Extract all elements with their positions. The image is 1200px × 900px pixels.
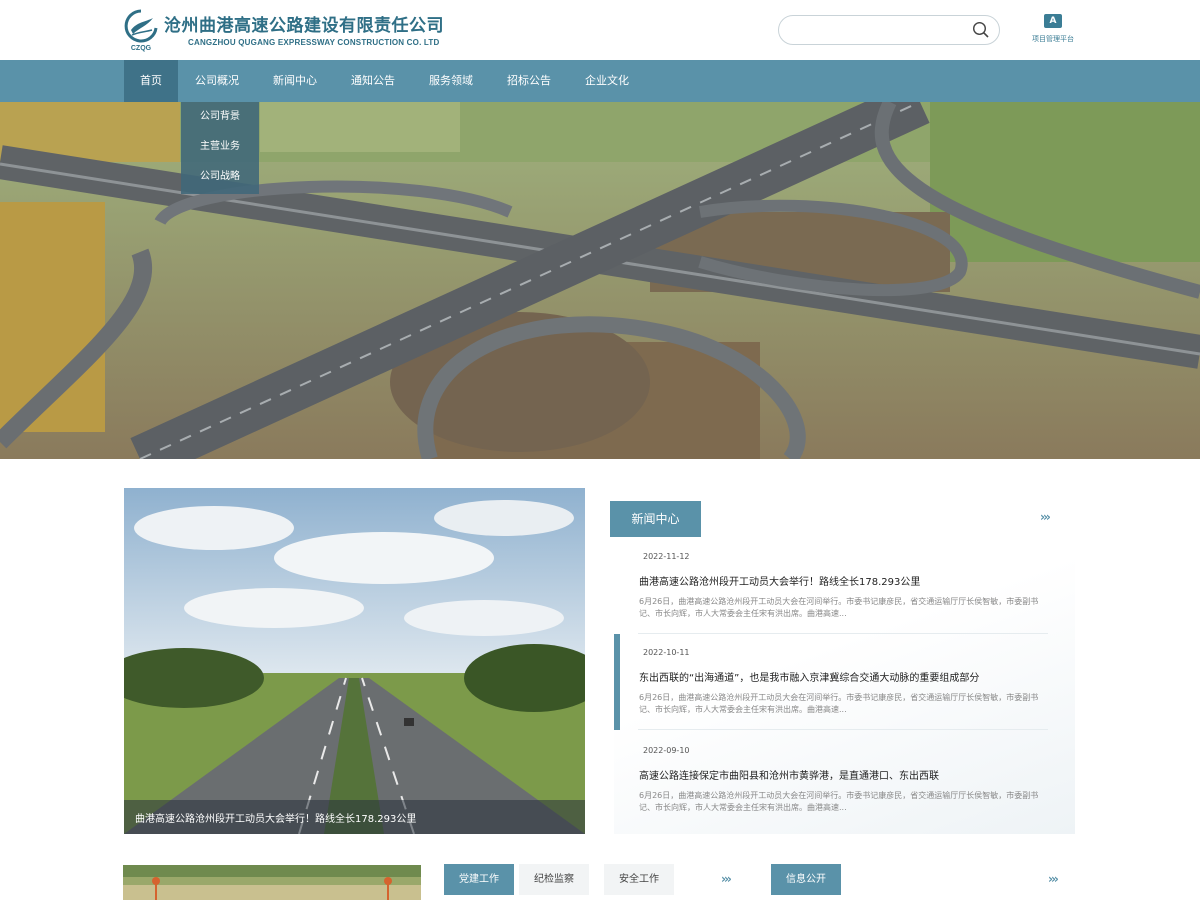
info-more-arrow[interactable]: ››› xyxy=(1048,872,1059,886)
platform-label: 项目管理平台 xyxy=(1032,35,1074,43)
dropdown-item-strategy[interactable]: 公司战略 xyxy=(181,162,259,192)
news-title[interactable]: 东出西联的“出海通道”，也是我市融入京津冀综合交通大动脉的重要组成部分 xyxy=(639,669,979,684)
main-nav: 首页 公司概况 新闻中心 通知公告 服务领域 招标公告 企业文化 xyxy=(0,60,1200,102)
news-date: 2022-10-11 xyxy=(643,648,690,657)
slide-caption: 曲港高速公路沧州段开工动员大会举行！路线全长178.293公里 xyxy=(124,800,585,834)
news-section: 新闻中心 ››› 2022-11-12 曲港高速公路沧州段开工动员大会举行！路线… xyxy=(610,500,1075,834)
news-item-active: 2022-10-11 东出西联的“出海通道”，也是我市融入京津冀综合交通大动脉的… xyxy=(614,634,1075,730)
news-item: 2022-11-12 曲港高速公路沧州段开工动员大会举行！路线全长178.293… xyxy=(614,538,1075,634)
news-desc: 6月26日，曲港高速公路沧州段开工动员大会在河间举行。市委书记康彦民，省交通运输… xyxy=(639,597,1039,618)
news-desc: 6月26日，曲港高速公路沧州段开工动员大会在河间举行。市委书记康彦民，省交通运输… xyxy=(639,693,1039,714)
highway-interchange-illustration xyxy=(0,102,1200,459)
news-title[interactable]: 高速公路连接保定市曲阳县和沧州市黄骅港，是直通港口、东出西联 xyxy=(639,767,939,782)
field-photo xyxy=(123,865,421,900)
dropdown-item-background[interactable]: 公司背景 xyxy=(181,102,259,132)
bottom-more-arrow[interactable]: ››› xyxy=(721,872,732,886)
news-date: 2022-09-10 xyxy=(643,746,690,755)
search-input[interactable] xyxy=(793,21,968,39)
company-logo[interactable]: CZQG xyxy=(123,8,159,52)
search-box xyxy=(778,15,1000,45)
party-building-photo[interactable] xyxy=(123,865,421,900)
nav-item-services[interactable]: 服务领域 xyxy=(422,60,480,102)
news-item: 2022-09-10 高速公路连接保定市曲阳县和沧州市黄骅港，是直通港口、东出西… xyxy=(614,732,1075,828)
news-divider xyxy=(638,729,1048,730)
company-name-en: CANGZHOU QUGANG EXPRESSWAY CONSTRUCTION … xyxy=(188,38,440,47)
nav-item-culture[interactable]: 企业文化 xyxy=(578,60,636,102)
nav-item-notices[interactable]: 通知公告 xyxy=(344,60,402,102)
logo-text: CZQG xyxy=(131,45,152,52)
news-slider[interactable]: 曲港高速公路沧州段开工动员大会举行！路线全长178.293公里 xyxy=(124,488,585,834)
dropdown-item-main-business[interactable]: 主营业务 xyxy=(181,132,259,162)
site-header: CZQG 沧州曲港高速公路建设有限责任公司 CANGZHOU QUGANG EX… xyxy=(0,0,1200,60)
tab-party-building[interactable]: 党建工作 xyxy=(444,864,514,895)
slide-caption-text[interactable]: 曲港高速公路沧州段开工动员大会举行！路线全长178.293公里 xyxy=(135,810,416,825)
search-icon[interactable] xyxy=(972,21,990,39)
company-overview-dropdown: 公司背景 主营业务 公司战略 xyxy=(181,102,259,194)
news-more-arrow[interactable]: ››› xyxy=(1040,510,1051,524)
nav-item-news-center[interactable]: 新闻中心 xyxy=(266,60,324,102)
platform-icon: A xyxy=(1044,14,1062,28)
highway-photo xyxy=(124,488,585,834)
tab-information-disclosure[interactable]: 信息公开 xyxy=(771,864,841,895)
tab-discipline-inspection[interactable]: 纪检监察 xyxy=(519,864,589,895)
news-center-tab[interactable]: 新闻中心 xyxy=(610,501,701,537)
news-date: 2022-11-12 xyxy=(643,552,690,561)
nav-item-home[interactable]: 首页 xyxy=(124,60,178,102)
news-desc: 6月26日，曲港高速公路沧州段开工动员大会在河间举行。市委书记康彦民，省交通运输… xyxy=(639,791,1039,812)
hero-banner-image xyxy=(0,102,1200,459)
nav-item-tenders[interactable]: 招标公告 xyxy=(500,60,558,102)
project-platform-link[interactable]: A 项目管理平台 xyxy=(1030,14,1076,48)
news-title[interactable]: 曲港高速公路沧州段开工动员大会举行！路线全长178.293公里 xyxy=(639,573,920,588)
nav-item-company-overview[interactable]: 公司概况 xyxy=(188,60,246,102)
company-name-cn: 沧州曲港高速公路建设有限责任公司 xyxy=(164,16,444,36)
tab-safety-work[interactable]: 安全工作 xyxy=(604,864,674,895)
